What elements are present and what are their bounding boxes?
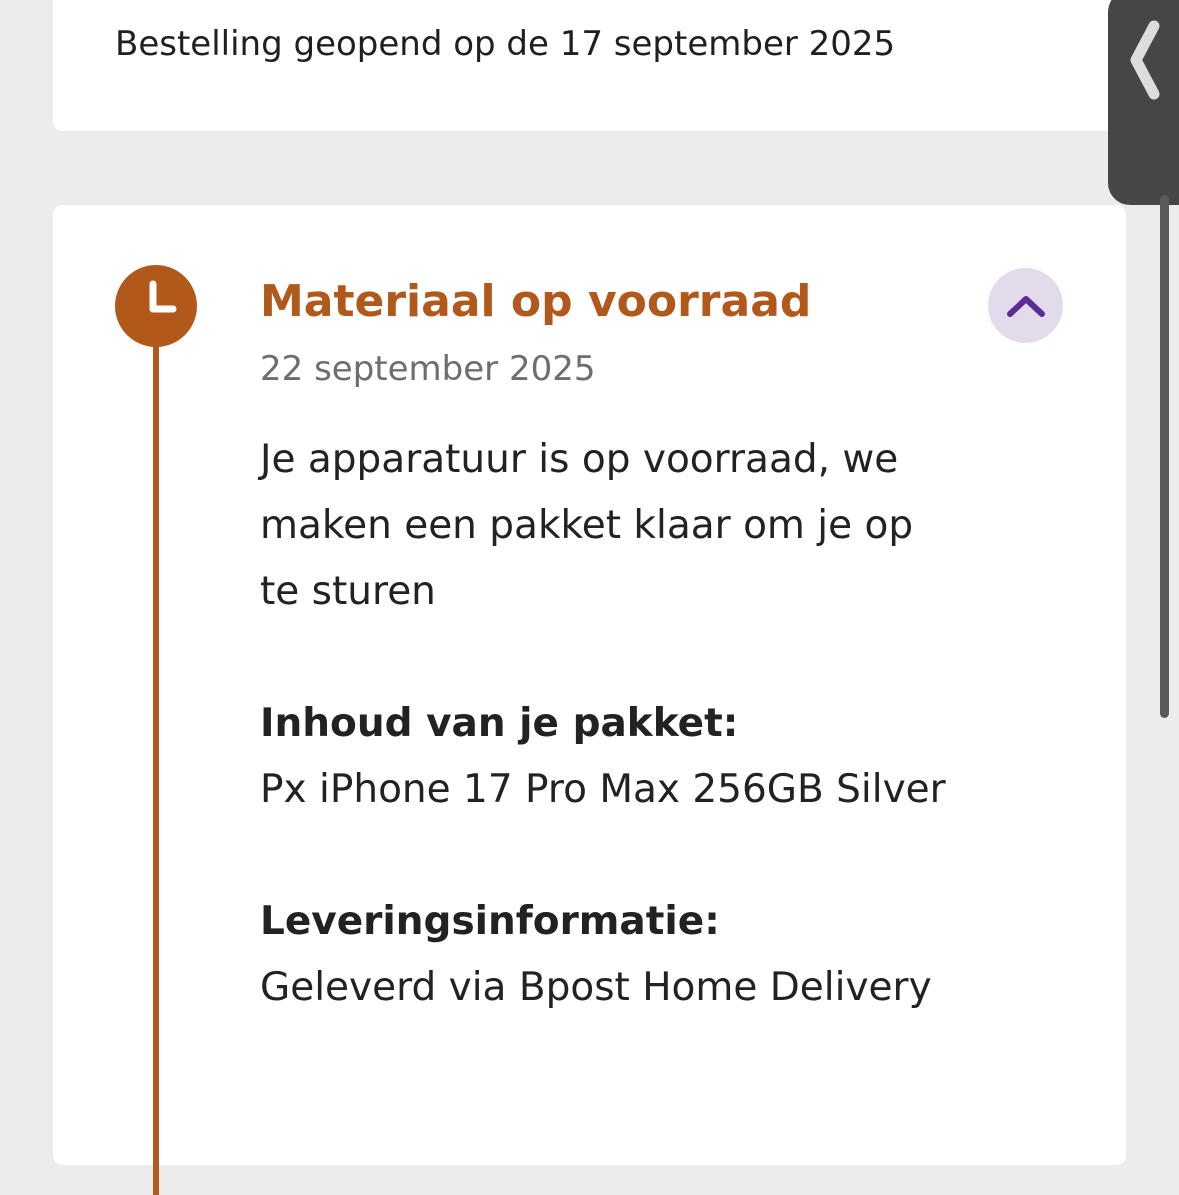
chevron-up-icon <box>1006 295 1045 317</box>
order-opened-text: Bestelling geopend op de 17 september 20… <box>115 24 896 64</box>
clock-icon <box>115 265 197 347</box>
timeline-card: Materiaal op voorraad 22 september 2025 … <box>53 205 1126 1195</box>
timeline-line <box>153 295 159 1195</box>
step-details: Je apparatuur is op voorraad, we maken e… <box>260 427 960 1021</box>
delivery-info-value: Geleverd via Bpost Home Delivery <box>260 965 932 1010</box>
collapse-button[interactable] <box>988 268 1063 343</box>
package-contents-value: Px iPhone 17 Pro Max 256GB Silver <box>260 767 946 812</box>
scrollbar[interactable] <box>1160 195 1169 718</box>
package-contents-label: Inhoud van je pakket: <box>260 701 739 746</box>
chevron-left-icon <box>1130 20 1160 100</box>
order-opened-card: Bestelling geopend op de 17 september 20… <box>53 0 1126 131</box>
side-panel-handle[interactable] <box>1108 0 1179 205</box>
step-title: Materiaal op voorraad <box>260 276 812 327</box>
step-date: 22 september 2025 <box>260 349 596 389</box>
step-description: Je apparatuur is op voorraad, we maken e… <box>260 437 914 614</box>
delivery-info-label: Leveringsinformatie: <box>260 899 720 944</box>
